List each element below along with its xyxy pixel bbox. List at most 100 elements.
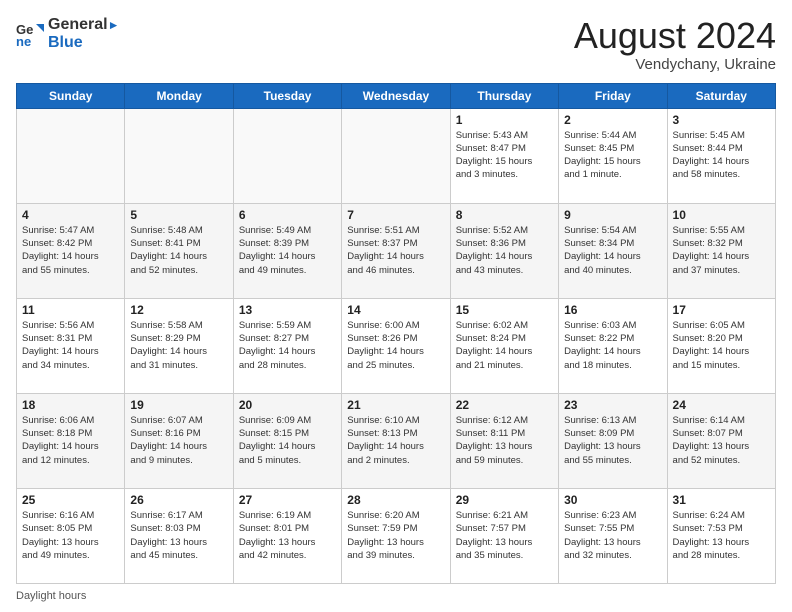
day-number: 23 [564,398,661,412]
day-number: 4 [22,208,119,222]
footer: Daylight hours [16,590,776,602]
day-info: Sunrise: 6:21 AM Sunset: 7:57 PM Dayligh… [456,509,553,562]
day-info: Sunrise: 5:56 AM Sunset: 8:31 PM Dayligh… [22,319,119,372]
day-info: Sunrise: 6:10 AM Sunset: 8:13 PM Dayligh… [347,414,444,467]
day-number: 20 [239,398,336,412]
day-info: Sunrise: 5:58 AM Sunset: 8:29 PM Dayligh… [130,319,227,372]
day-number: 19 [130,398,227,412]
table-row: 1 Sunrise: 5:43 AM Sunset: 8:47 PM Daylig… [450,108,558,203]
table-row: 7Sunrise: 5:51 AM Sunset: 8:37 PM Daylig… [342,203,450,298]
table-row: 28Sunrise: 6:20 AM Sunset: 7:59 PM Dayli… [342,488,450,583]
location: Vendychany, Ukraine [574,56,776,73]
col-tuesday: Tuesday [233,83,341,108]
day-info: Sunrise: 6:00 AM Sunset: 8:26 PM Dayligh… [347,319,444,372]
month-year: August 2024 [574,16,776,56]
header: Ge ne General► Blue August 2024 Vendycha… [16,16,776,73]
day-info: Sunrise: 5:48 AM Sunset: 8:41 PM Dayligh… [130,224,227,277]
day-number: 8 [456,208,553,222]
day-number: 27 [239,493,336,507]
day-info: Sunrise: 6:12 AM Sunset: 8:11 PM Dayligh… [456,414,553,467]
day-info: Sunrise: 5:49 AM Sunset: 8:39 PM Dayligh… [239,224,336,277]
day-number: 14 [347,303,444,317]
day-number: 10 [673,208,770,222]
table-row: 22Sunrise: 6:12 AM Sunset: 8:11 PM Dayli… [450,393,558,488]
day-info: Sunrise: 6:07 AM Sunset: 8:16 PM Dayligh… [130,414,227,467]
table-row [125,108,233,203]
table-row: 16 Sunrise: 6:03 AM Sunset: 8:22 PM Dayli… [559,298,667,393]
table-row: 23 Sunrise: 6:13 AM Sunset: 8:09 PM Dayli… [559,393,667,488]
day-number: 7 [347,208,444,222]
day-info: Sunrise: 6:16 AM Sunset: 8:05 PM Dayligh… [22,509,119,562]
day-info: Sunrise: 6:23 AM Sunset: 7:55 PM Dayligh… [564,509,661,562]
table-row: 18Sunrise: 6:06 AM Sunset: 8:18 PM Dayli… [17,393,125,488]
day-info: Sunrise: 5:43 AM Sunset: 8:47 PM Dayligh… [456,129,553,182]
table-row: 29 Sunrise: 6:21 AM Sunset: 7:57 PM Dayli… [450,488,558,583]
day-number: 15 [456,303,553,317]
col-saturday: Saturday [667,83,775,108]
day-number: 21 [347,398,444,412]
day-number: 6 [239,208,336,222]
col-sunday: Sunday [17,83,125,108]
col-thursday: Thursday [450,83,558,108]
day-number: 30 [564,493,661,507]
logo-icon: Ge ne [16,20,44,48]
col-wednesday: Wednesday [342,83,450,108]
day-number: 17 [673,303,770,317]
calendar-header-row: Sunday Monday Tuesday Wednesday Thursday… [17,83,776,108]
table-row: 25 Sunrise: 6:16 AM Sunset: 8:05 PM Dayli… [17,488,125,583]
day-number: 24 [673,398,770,412]
table-row: 31 Sunrise: 6:24 AM Sunset: 7:53 PM Dayli… [667,488,775,583]
table-row: 8 Sunrise: 5:52 AM Sunset: 8:36 PM Daylig… [450,203,558,298]
day-info: Sunrise: 5:47 AM Sunset: 8:42 PM Dayligh… [22,224,119,277]
table-row: 9 Sunrise: 5:54 AM Sunset: 8:34 PM Daylig… [559,203,667,298]
table-row: 2Sunrise: 5:44 AM Sunset: 8:45 PM Daylig… [559,108,667,203]
table-row: 26Sunrise: 6:17 AM Sunset: 8:03 PM Dayli… [125,488,233,583]
calendar-week-row: 11 Sunrise: 5:56 AM Sunset: 8:31 PM Dayli… [17,298,776,393]
col-friday: Friday [559,83,667,108]
day-info: Sunrise: 6:05 AM Sunset: 8:20 PM Dayligh… [673,319,770,372]
day-number: 1 [456,113,553,127]
day-number: 2 [564,113,661,127]
table-row: 6 Sunrise: 5:49 AM Sunset: 8:39 PM Daylig… [233,203,341,298]
table-row: 12Sunrise: 5:58 AM Sunset: 8:29 PM Dayli… [125,298,233,393]
day-info: Sunrise: 6:09 AM Sunset: 8:15 PM Dayligh… [239,414,336,467]
logo-text-line2: Blue [48,34,119,52]
day-number: 29 [456,493,553,507]
day-number: 9 [564,208,661,222]
table-row [17,108,125,203]
table-row: 21 Sunrise: 6:10 AM Sunset: 8:13 PM Dayli… [342,393,450,488]
day-info: Sunrise: 5:54 AM Sunset: 8:34 PM Dayligh… [564,224,661,277]
day-info: Sunrise: 5:45 AM Sunset: 8:44 PM Dayligh… [673,129,770,182]
day-info: Sunrise: 6:24 AM Sunset: 7:53 PM Dayligh… [673,509,770,562]
calendar-week-row: 18Sunrise: 6:06 AM Sunset: 8:18 PM Dayli… [17,393,776,488]
day-info: Sunrise: 6:20 AM Sunset: 7:59 PM Dayligh… [347,509,444,562]
day-number: 5 [130,208,227,222]
page: Ge ne General► Blue August 2024 Vendycha… [0,0,792,612]
day-number: 11 [22,303,119,317]
table-row: 11 Sunrise: 5:56 AM Sunset: 8:31 PM Dayli… [17,298,125,393]
day-info: Sunrise: 5:59 AM Sunset: 8:27 PM Dayligh… [239,319,336,372]
day-info: Sunrise: 6:03 AM Sunset: 8:22 PM Dayligh… [564,319,661,372]
table-row: 4 Sunrise: 5:47 AM Sunset: 8:42 PM Daylig… [17,203,125,298]
table-row: 24 Sunrise: 6:14 AM Sunset: 8:07 PM Dayli… [667,393,775,488]
day-number: 16 [564,303,661,317]
day-info: Sunrise: 5:55 AM Sunset: 8:32 PM Dayligh… [673,224,770,277]
table-row: 3 Sunrise: 5:45 AM Sunset: 8:44 PM Daylig… [667,108,775,203]
day-number: 25 [22,493,119,507]
table-row: 13Sunrise: 5:59 AM Sunset: 8:27 PM Dayli… [233,298,341,393]
title-block: August 2024 Vendychany, Ukraine [574,16,776,73]
day-number: 31 [673,493,770,507]
day-info: Sunrise: 6:06 AM Sunset: 8:18 PM Dayligh… [22,414,119,467]
day-info: Sunrise: 6:13 AM Sunset: 8:09 PM Dayligh… [564,414,661,467]
table-row: 5 Sunrise: 5:48 AM Sunset: 8:41 PM Daylig… [125,203,233,298]
day-info: Sunrise: 5:52 AM Sunset: 8:36 PM Dayligh… [456,224,553,277]
day-info: Sunrise: 6:14 AM Sunset: 8:07 PM Dayligh… [673,414,770,467]
day-number: 3 [673,113,770,127]
table-row: 19 Sunrise: 6:07 AM Sunset: 8:16 PM Dayli… [125,393,233,488]
day-number: 26 [130,493,227,507]
calendar-week-row: 25 Sunrise: 6:16 AM Sunset: 8:05 PM Dayli… [17,488,776,583]
svg-text:ne: ne [16,34,31,48]
col-monday: Monday [125,83,233,108]
day-info: Sunrise: 6:02 AM Sunset: 8:24 PM Dayligh… [456,319,553,372]
table-row: 20 Sunrise: 6:09 AM Sunset: 8:15 PM Dayli… [233,393,341,488]
